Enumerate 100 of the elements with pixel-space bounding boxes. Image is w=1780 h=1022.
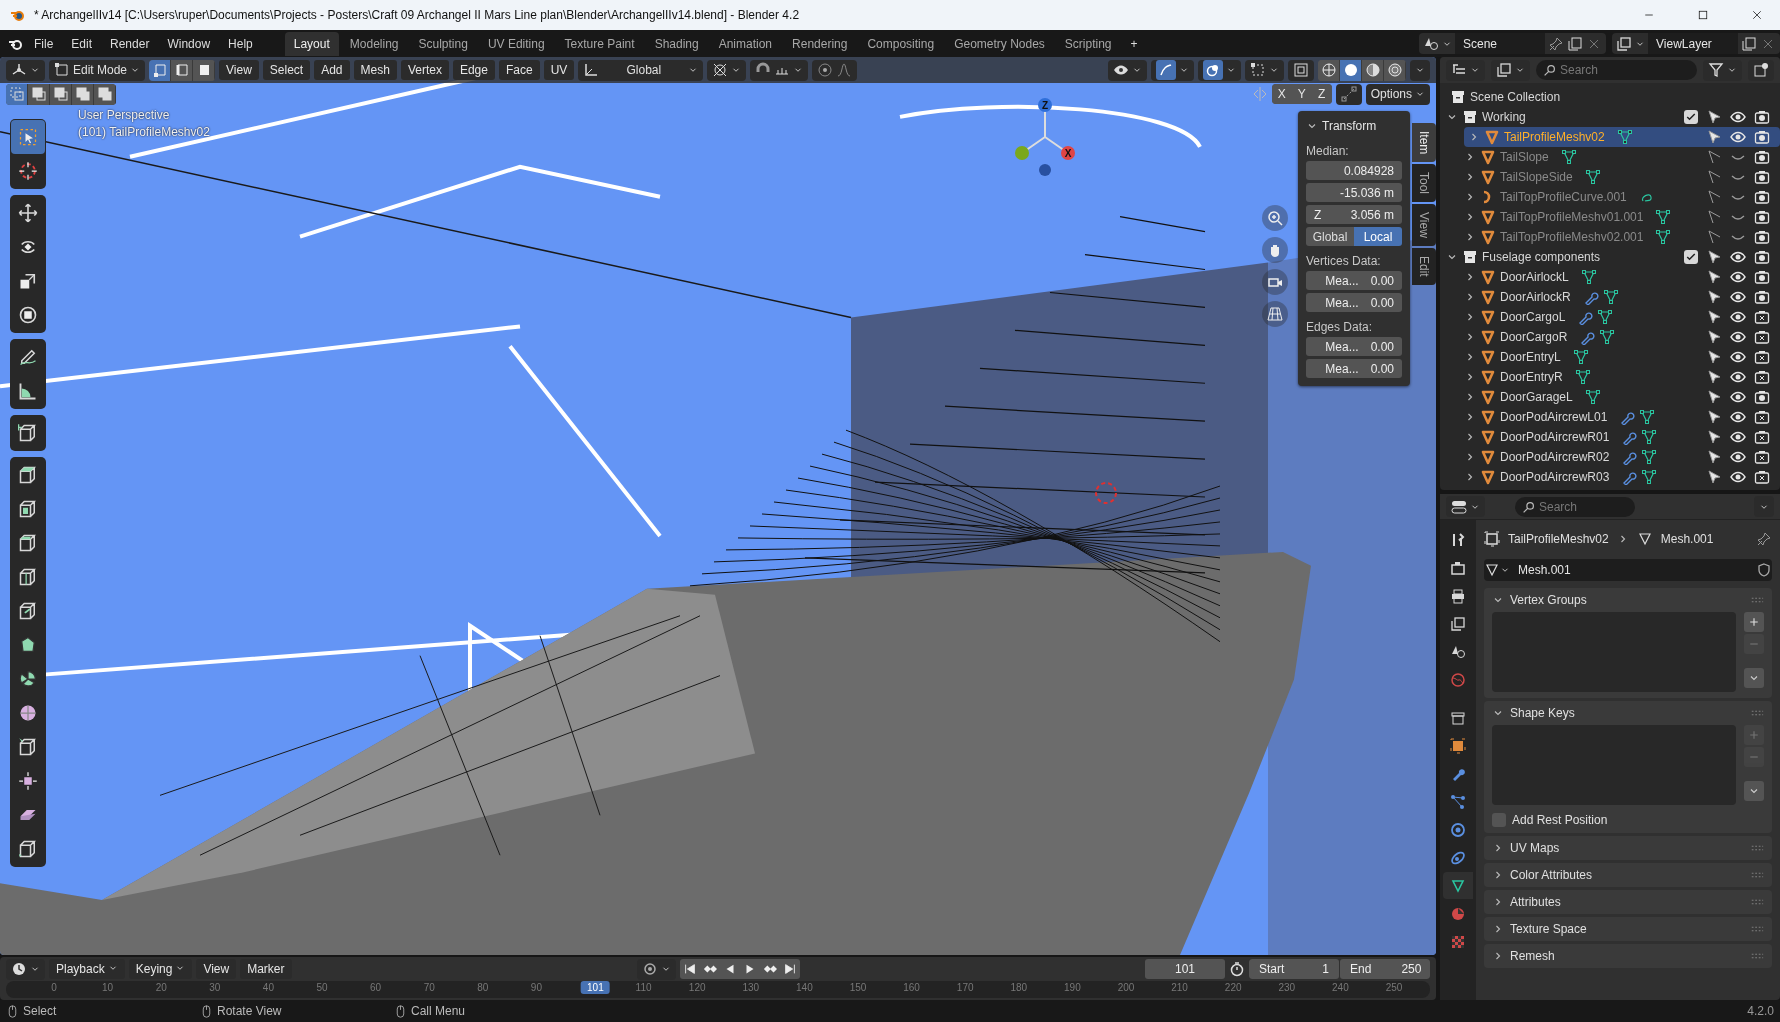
frame-number: 240 [1332, 982, 1349, 993]
viewport-menu[interactable]: Edge [452, 60, 495, 80]
add-workspace-button[interactable]: + [1122, 32, 1146, 55]
panel-header[interactable]: Vertex Groups [1492, 588, 1764, 612]
frame-number: 150 [849, 982, 867, 993]
workspace-tab[interactable]: Rendering [783, 31, 857, 56]
outliner-row[interactable]: DoorPodAircrewR03 [1464, 467, 1780, 487]
current-frame-field[interactable]: 101 [1145, 959, 1225, 979]
timeline-menu[interactable]: Keying [128, 959, 193, 979]
status-hint: Select [23, 1004, 57, 1018]
outliner-row[interactable]: TailProfileMeshv02 [1464, 127, 1780, 147]
viewport-menu[interactable]: Select [262, 60, 311, 80]
viewport-menu[interactable]: Face [498, 60, 540, 80]
viewport-info-text: (101) TailProfileMeshv02 [78, 125, 210, 139]
sidebar-tab[interactable]: Item [1412, 123, 1436, 163]
number-field[interactable]: Mea... 0.00 [1306, 271, 1402, 290]
frame-number: 170 [956, 982, 974, 993]
workspace-tab[interactable]: Scripting [1055, 31, 1121, 56]
outliner-row[interactable]: TailTopProfileMeshv02.001 [1464, 227, 1780, 247]
number-field[interactable]: Mea... 0.00 [1306, 359, 1402, 378]
window-title: * ArchangelIIv14 [C:\Users\ruper\Documents\Projects - Posters\Craft 09 Archangel II Mars Line plan\Blender\ArchangelIIv14.blend] - Blender 4.2 [34, 8, 801, 22]
space-toggle[interactable]: Global [1306, 227, 1354, 246]
number-field[interactable]: Mea... 0.00 [1306, 337, 1402, 356]
frame-number: 30 [209, 982, 221, 993]
sidebar-tab[interactable]: View [1412, 204, 1436, 247]
end-frame-field[interactable]: End 250 [1340, 959, 1430, 979]
menu-item[interactable]: Window [159, 32, 219, 55]
menu-item[interactable]: File [26, 32, 62, 55]
frame-number: 0 [51, 982, 57, 993]
outliner-row[interactable]: Working [1446, 107, 1780, 127]
outliner-row[interactable]: Scene Collection [1440, 87, 1780, 107]
outliner-row[interactable]: DoorCargoL [1464, 307, 1780, 327]
breadcrumb-data: Mesh.001 [1660, 532, 1714, 546]
workspace-tab[interactable]: UV Editing [478, 31, 554, 56]
panel-header[interactable]: Shape Keys [1492, 701, 1764, 725]
viewport-menu[interactable]: Add [314, 60, 350, 80]
navigation-gizmo[interactable]: Z X [1008, 97, 1078, 177]
outliner-row[interactable]: DoorAirlockR [1464, 287, 1780, 307]
viewport-menu[interactable]: Vertex [400, 60, 449, 80]
outliner-row[interactable]: DoorGarageL [1464, 387, 1780, 407]
workspace-tab[interactable]: Geometry Nodes [945, 31, 1054, 56]
playhead[interactable]: 101 [581, 981, 610, 994]
workspace-tab[interactable]: Animation [709, 31, 782, 56]
add-rest-position-checkbox[interactable]: Add Rest Position [1492, 813, 1764, 827]
menu-item[interactable]: Help [220, 32, 261, 55]
frame-number: 190 [1064, 982, 1081, 993]
scene-selector[interactable]: Scene [1455, 33, 1545, 54]
search-field[interactable]: Search [1515, 496, 1635, 517]
outliner-row[interactable]: DoorPodAircrewR02 [1464, 447, 1780, 467]
frame-number: 200 [1117, 982, 1135, 993]
outliner-row[interactable]: DoorCargoR [1464, 327, 1780, 347]
timeline-menu[interactable]: Playback [49, 959, 125, 979]
sidebar-tab[interactable]: Edit [1412, 248, 1436, 285]
outliner-row[interactable]: DoorPodAircrewL01 [1464, 407, 1780, 427]
view-layer-selector[interactable]: ViewLayer [1648, 33, 1738, 54]
workspace-tab[interactable]: Compositing [858, 31, 944, 56]
frame-ruler[interactable]: 0 10 20 30 40 50 60 70 80 90 101 110 120 130 140 150 160 170 180 190 200 210 220 230 240 250 [6, 981, 1430, 998]
number-field[interactable]: 0.084928 [1306, 161, 1402, 180]
outliner-row[interactable]: TailTopProfileMeshv01.001 [1464, 207, 1780, 227]
outliner-row[interactable]: DoorEntryL [1464, 347, 1780, 367]
outliner-row[interactable]: DoorAirlockL [1464, 267, 1780, 287]
workspace-tab[interactable]: Texture Paint [555, 31, 644, 56]
menu-item[interactable]: Edit [63, 32, 101, 55]
workspace-tab[interactable]: Layout [284, 31, 339, 56]
panel-header[interactable]: Texture Space [1492, 917, 1764, 941]
panel-header[interactable]: Attributes [1492, 890, 1764, 914]
timeline-menu[interactable]: View [196, 959, 237, 979]
outliner-row[interactable]: DoorEntryR [1464, 367, 1780, 387]
panel-header[interactable]: Color Attributes [1492, 863, 1764, 887]
outliner-row[interactable]: TailTopProfileCurve.001 [1464, 187, 1780, 207]
panel-header[interactable]: Remesh [1492, 944, 1764, 968]
viewport-menu[interactable]: Mesh [353, 60, 397, 80]
outliner-row[interactable]: TailSlopeSide [1464, 167, 1780, 187]
workspace-tab[interactable]: Modeling [340, 31, 408, 56]
number-field[interactable]: Mea... 0.00 [1306, 293, 1402, 312]
orientation-dropdown[interactable]: Global [578, 59, 704, 81]
workspace-tab[interactable]: Shading [645, 31, 708, 56]
axis-label: X [1064, 148, 1072, 159]
mesh-datablock-field[interactable]: Mesh.001 [1484, 559, 1772, 581]
outliner-row[interactable]: Fuselage components [1446, 247, 1780, 267]
mode-dropdown[interactable]: Edit Mode [49, 59, 146, 81]
menu-item[interactable]: Render [102, 32, 158, 55]
start-frame-field[interactable]: Start 1 [1249, 959, 1339, 979]
number-field[interactable]: -15.036 m [1306, 183, 1402, 202]
frame-number: 210 [1171, 982, 1188, 993]
workspace-tab[interactable]: Sculpting [409, 31, 477, 56]
viewport-menu[interactable]: UV [543, 60, 575, 80]
sidebar-tab[interactable]: Tool [1412, 164, 1436, 203]
search-field[interactable]: Search [1536, 60, 1697, 80]
panel-header[interactable]: Transform [1306, 116, 1402, 136]
outliner-row[interactable]: DoorPodAircrewR01 [1464, 427, 1780, 447]
frame-number: 250 [1385, 982, 1403, 993]
panel-header[interactable]: UV Maps [1492, 836, 1764, 860]
viewport-menu[interactable]: View [219, 60, 259, 80]
number-field[interactable]: Z 3.056 m [1306, 205, 1402, 224]
space-toggle[interactable]: Local [1354, 227, 1402, 246]
frame-number: 80 [477, 982, 489, 993]
timeline-menu[interactable]: Marker [240, 959, 292, 979]
status-hint: Call Menu [411, 1004, 466, 1018]
outliner-row[interactable]: TailSlope [1464, 147, 1780, 167]
